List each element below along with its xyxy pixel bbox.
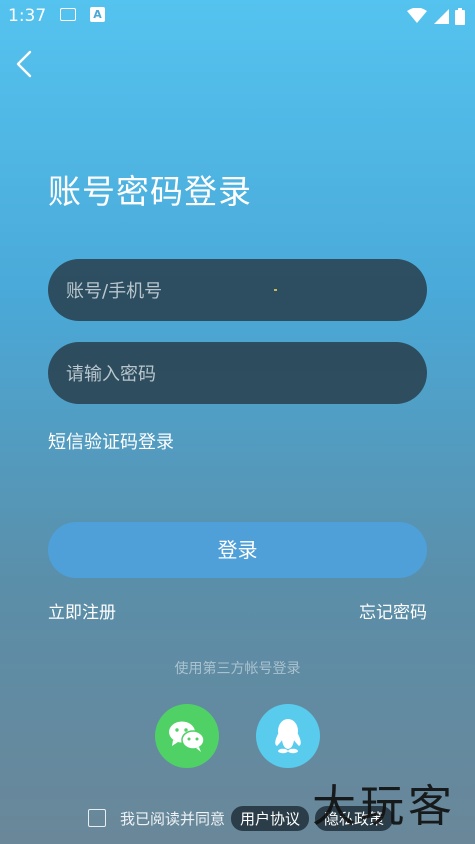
- status-time: 1:37: [8, 6, 47, 26]
- account-placeholder: 账号/手机号: [66, 281, 163, 302]
- user-agreement-link[interactable]: 用户协议: [231, 805, 310, 831]
- wechat-icon: [169, 721, 205, 752]
- watermark-logo: 大玩客: [312, 781, 456, 832]
- account-input[interactable]: 账号/手机号: [48, 259, 427, 321]
- forgot-password-link[interactable]: 忘记密码: [359, 598, 427, 623]
- password-placeholder: 请输入密码: [66, 364, 156, 385]
- status-bar: 1:37 A: [0, 0, 475, 32]
- page-title: 账号密码登录: [48, 172, 252, 211]
- status-right: [407, 6, 465, 26]
- qq-icon: [275, 719, 301, 754]
- password-input[interactable]: 请输入密码: [48, 342, 427, 404]
- sms-login-link[interactable]: 短信验证码登录: [48, 428, 174, 454]
- battery-icon: [455, 7, 465, 25]
- signal-icon: [434, 9, 449, 24]
- login-button[interactable]: 登录: [48, 522, 427, 578]
- wechat-login-button[interactable]: [155, 704, 219, 768]
- qq-login-button[interactable]: [256, 704, 320, 768]
- third-party-label: 使用第三方帐号登录: [174, 661, 301, 677]
- agreement-checkbox[interactable]: [88, 809, 106, 827]
- register-link[interactable]: 立即注册: [48, 598, 116, 623]
- agreement-text: 我已阅读并同意: [120, 809, 226, 828]
- gallery-notification-icon: [60, 8, 76, 21]
- back-arrow-icon[interactable]: [10, 48, 38, 80]
- wifi-icon: [407, 8, 427, 23]
- text-cursor: [274, 289, 277, 291]
- app-notification-icon: A: [90, 7, 105, 22]
